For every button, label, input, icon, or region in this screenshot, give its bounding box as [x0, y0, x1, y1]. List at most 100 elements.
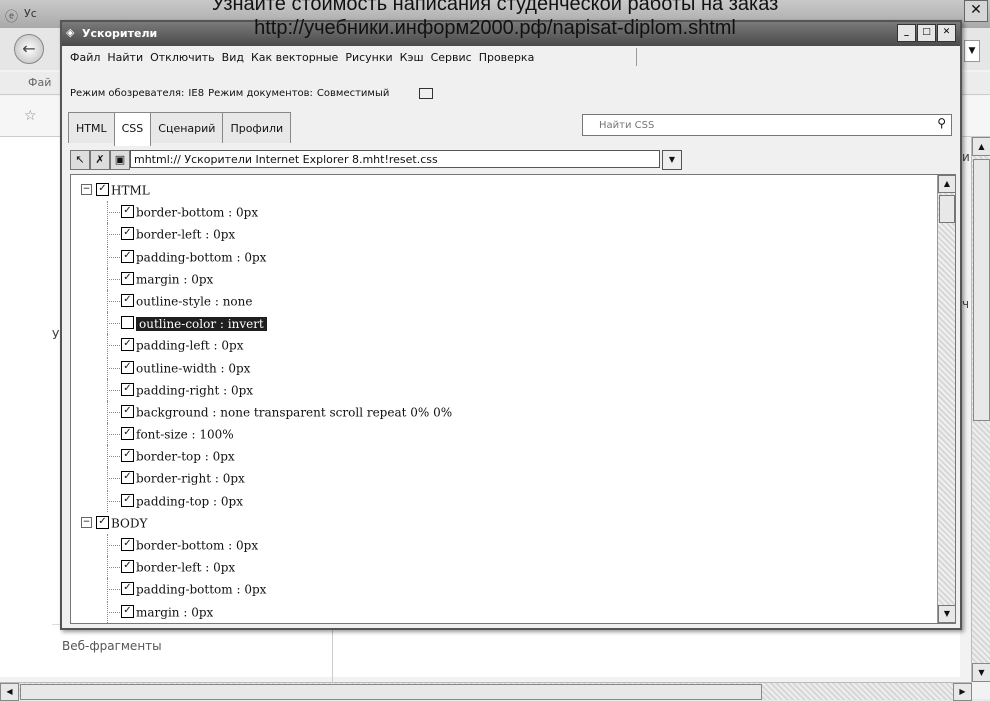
maximize-button[interactable]: □ — [917, 24, 936, 42]
css-property-row[interactable]: ✓ padding-left : 0px — [71, 334, 452, 357]
close-button[interactable]: ✕ — [937, 24, 956, 42]
checked-checkbox[interactable]: ✓ — [121, 249, 134, 263]
menu-tools[interactable]: Сервис — [431, 51, 472, 64]
css-property-row[interactable]: ✓ outline-width : 0px — [71, 356, 452, 379]
scroll-up-arrow-icon[interactable]: ▲ — [938, 175, 955, 193]
css-rule-selector-row[interactable]: − ✓ HTML — [71, 179, 452, 201]
scroll-up-arrow-icon[interactable]: ▲ — [972, 137, 990, 156]
css-property-row[interactable]: ✓ border-left : 0px — [71, 223, 452, 246]
css-property-row[interactable]: ✓ background : none transparent scroll re… — [71, 400, 452, 423]
checked-checkbox[interactable]: ✓ — [121, 205, 134, 219]
search-icon[interactable]: ⚲ — [937, 116, 946, 130]
menu-outline[interactable]: Как векторные — [251, 51, 338, 64]
css-property-row[interactable]: ✓ padding-bottom : 0px — [71, 245, 452, 268]
back-button[interactable]: ← — [14, 34, 44, 64]
menu-validate[interactable]: Проверка — [479, 51, 535, 64]
scroll-thumb[interactable] — [973, 159, 990, 421]
css-property-row[interactable]: ✓ border-bottom : 0px — [71, 534, 452, 556]
browser-mode-label: Режим обозревателя: — [70, 87, 185, 99]
checked-checkbox[interactable]: ✓ — [121, 227, 134, 241]
checked-checkbox[interactable]: ✓ — [121, 360, 134, 374]
save-disk-icon[interactable]: ▣ — [110, 150, 130, 170]
tree-connector — [107, 345, 120, 347]
checked-checkbox[interactable]: ✓ — [96, 515, 109, 529]
checked-checkbox[interactable]: ✓ — [121, 338, 134, 352]
favorites-star-icon[interactable]: ☆ — [24, 108, 37, 124]
scroll-left-arrow-icon[interactable]: ◀ — [0, 683, 19, 701]
css-property-row[interactable]: ✓ border-right : 0px — [71, 467, 452, 490]
checked-checkbox[interactable]: ✓ — [121, 471, 134, 485]
collapse-toggle-icon[interactable]: − — [81, 184, 92, 195]
tab-script[interactable]: Сценарий — [150, 112, 224, 143]
menu-file[interactable]: Файл — [70, 51, 100, 64]
css-property-label: border-left : 0px — [136, 227, 236, 242]
stylesheet-url-select[interactable]: mhtml:// Ускорители Internet Explorer 8.… — [130, 150, 660, 168]
scroll-right-arrow-icon[interactable]: ▶ — [953, 683, 972, 701]
tree-connector — [107, 411, 120, 413]
css-property-row[interactable]: ✓ margin : 0px — [71, 600, 452, 623]
scroll-thumb[interactable] — [939, 195, 955, 223]
css-property-label: padding-top : 0px — [136, 494, 243, 509]
background-text-fragment: У — [52, 328, 60, 342]
devtools-title: Ускорители — [82, 27, 158, 40]
collapse-toggle-icon[interactable]: − — [81, 516, 92, 528]
css-property-row[interactable]: ✓ padding-top : 0px — [71, 489, 452, 512]
checked-checkbox[interactable]: ✓ — [121, 493, 134, 507]
menu-view[interactable]: Вид — [222, 51, 244, 64]
css-property-row[interactable]: ✓ padding-bottom : 0px — [71, 578, 452, 601]
css-property-row[interactable]: ✓ border-left : 0px — [71, 556, 452, 579]
devtools-menubar: Файл Найти Отключить Вид Как векторные Р… — [62, 46, 968, 68]
document-mode-value[interactable]: Совместимый — [317, 88, 389, 99]
css-property-row[interactable]: ✓ border-bottom : 0px — [71, 201, 452, 224]
css-search-input[interactable] — [597, 115, 931, 135]
checked-checkbox[interactable]: ✓ — [121, 449, 134, 463]
checked-checkbox[interactable]: ✓ — [121, 560, 134, 574]
css-rules-tree: − ✓ HTML ✓ border-bottom : 0px ✓ border-left :… — [70, 174, 956, 624]
tree-connector — [107, 389, 120, 391]
background-menu-file[interactable]: Фай — [28, 76, 51, 89]
ie-logo-icon: ⓔ — [5, 10, 19, 25]
menu-find[interactable]: Найти — [107, 51, 143, 64]
checked-checkbox[interactable]: ✓ — [121, 427, 134, 441]
css-rule-selector-row[interactable]: − ✓ BODY — [71, 512, 452, 534]
checked-checkbox[interactable]: ✓ — [121, 604, 134, 618]
css-property-row[interactable]: ✓ outline-style : none — [71, 289, 452, 312]
dock-window-icon[interactable] — [419, 87, 434, 99]
clear-icon[interactable]: ✗ — [90, 150, 110, 170]
checked-checkbox[interactable]: ✓ — [121, 271, 134, 285]
css-property-label: margin : 0px — [136, 272, 214, 287]
css-property-row[interactable]: ✓ border-top : 0px — [71, 445, 452, 468]
unchecked-checkbox[interactable] — [121, 316, 134, 330]
menu-cache[interactable]: Кэш — [400, 51, 424, 64]
select-element-cursor-icon[interactable]: ↖ — [70, 150, 90, 170]
menu-images[interactable]: Рисунки — [345, 51, 392, 64]
document-mode-label: Режим документов: — [208, 87, 313, 99]
scroll-down-arrow-icon[interactable]: ▼ — [972, 663, 990, 682]
tree-vertical-scrollbar[interactable]: ▲ ▼ — [937, 175, 955, 623]
checked-checkbox[interactable]: ✓ — [121, 404, 134, 418]
css-property-row[interactable]: ✓ font-size : 100% — [71, 423, 452, 446]
checked-checkbox[interactable]: ✓ — [121, 382, 134, 396]
css-property-label: padding-bottom : 0px — [136, 582, 267, 597]
checked-checkbox[interactable]: ✓ — [96, 183, 109, 196]
tab-css[interactable]: CSS — [113, 112, 152, 146]
background-horizontal-scrollbar[interactable]: ◀ ▶ — [0, 682, 972, 701]
tree-connector — [107, 323, 120, 325]
css-property-row[interactable]: outline-color : invert — [71, 312, 452, 335]
checked-checkbox[interactable]: ✓ — [121, 538, 134, 551]
background-close-button[interactable]: ✕ — [964, 0, 988, 22]
scroll-down-arrow-icon[interactable]: ▼ — [938, 605, 955, 623]
checked-checkbox[interactable]: ✓ — [121, 582, 134, 596]
css-property-row[interactable]: ✓ margin : 0px — [71, 267, 452, 290]
minimize-button[interactable]: _ — [897, 24, 916, 42]
scroll-thumb[interactable] — [20, 684, 762, 700]
menu-disable[interactable]: Отключить — [150, 51, 215, 64]
checked-checkbox[interactable]: ✓ — [121, 293, 134, 307]
stylesheet-dropdown-arrow-icon[interactable]: ▼ — [662, 150, 682, 170]
css-property-row[interactable]: ✓ padding-right : 0px — [71, 378, 452, 401]
tab-html[interactable]: HTML — [68, 112, 115, 143]
web-fragments-label[interactable]: Веб-фрагменты — [62, 639, 162, 653]
tab-profiler[interactable]: Профили — [222, 112, 292, 143]
browser-mode-value[interactable]: IE8 — [188, 88, 204, 99]
background-vertical-scrollbar[interactable]: ▲ ▼ — [971, 137, 990, 682]
